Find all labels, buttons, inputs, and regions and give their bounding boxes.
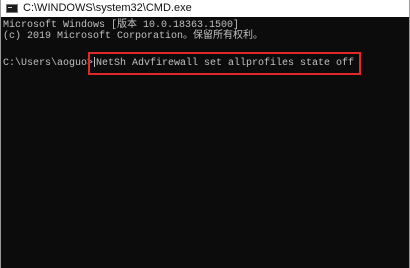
command-prompt: C:\Users\aoguo>	[3, 58, 94, 69]
console-output[interactable]: Microsoft Windows [版本 10.0.18363.1500] (…	[1, 17, 409, 268]
banner-line-version: Microsoft Windows [版本 10.0.18363.1500]	[3, 20, 240, 31]
banner-line-copyright: (c) 2019 Microsoft Corporation。保留所有权利。	[3, 31, 264, 42]
highlighted-command[interactable]: NetSh Advfirewall set allprofiles state …	[88, 52, 362, 75]
text-cursor	[94, 57, 96, 68]
window-title: C:\WINDOWS\system32\CMD.exe	[23, 2, 192, 14]
command-text: NetSh Advfirewall set allprofiles state …	[96, 58, 355, 69]
console-icon	[6, 4, 18, 13]
command-line[interactable]: C:\Users\aoguo> NetSh Advfirewall set al…	[3, 52, 409, 75]
cmd-window: C:\WINDOWS\system32\CMD.exe Microsoft Wi…	[0, 0, 410, 268]
title-bar[interactable]: C:\WINDOWS\system32\CMD.exe	[1, 0, 409, 17]
